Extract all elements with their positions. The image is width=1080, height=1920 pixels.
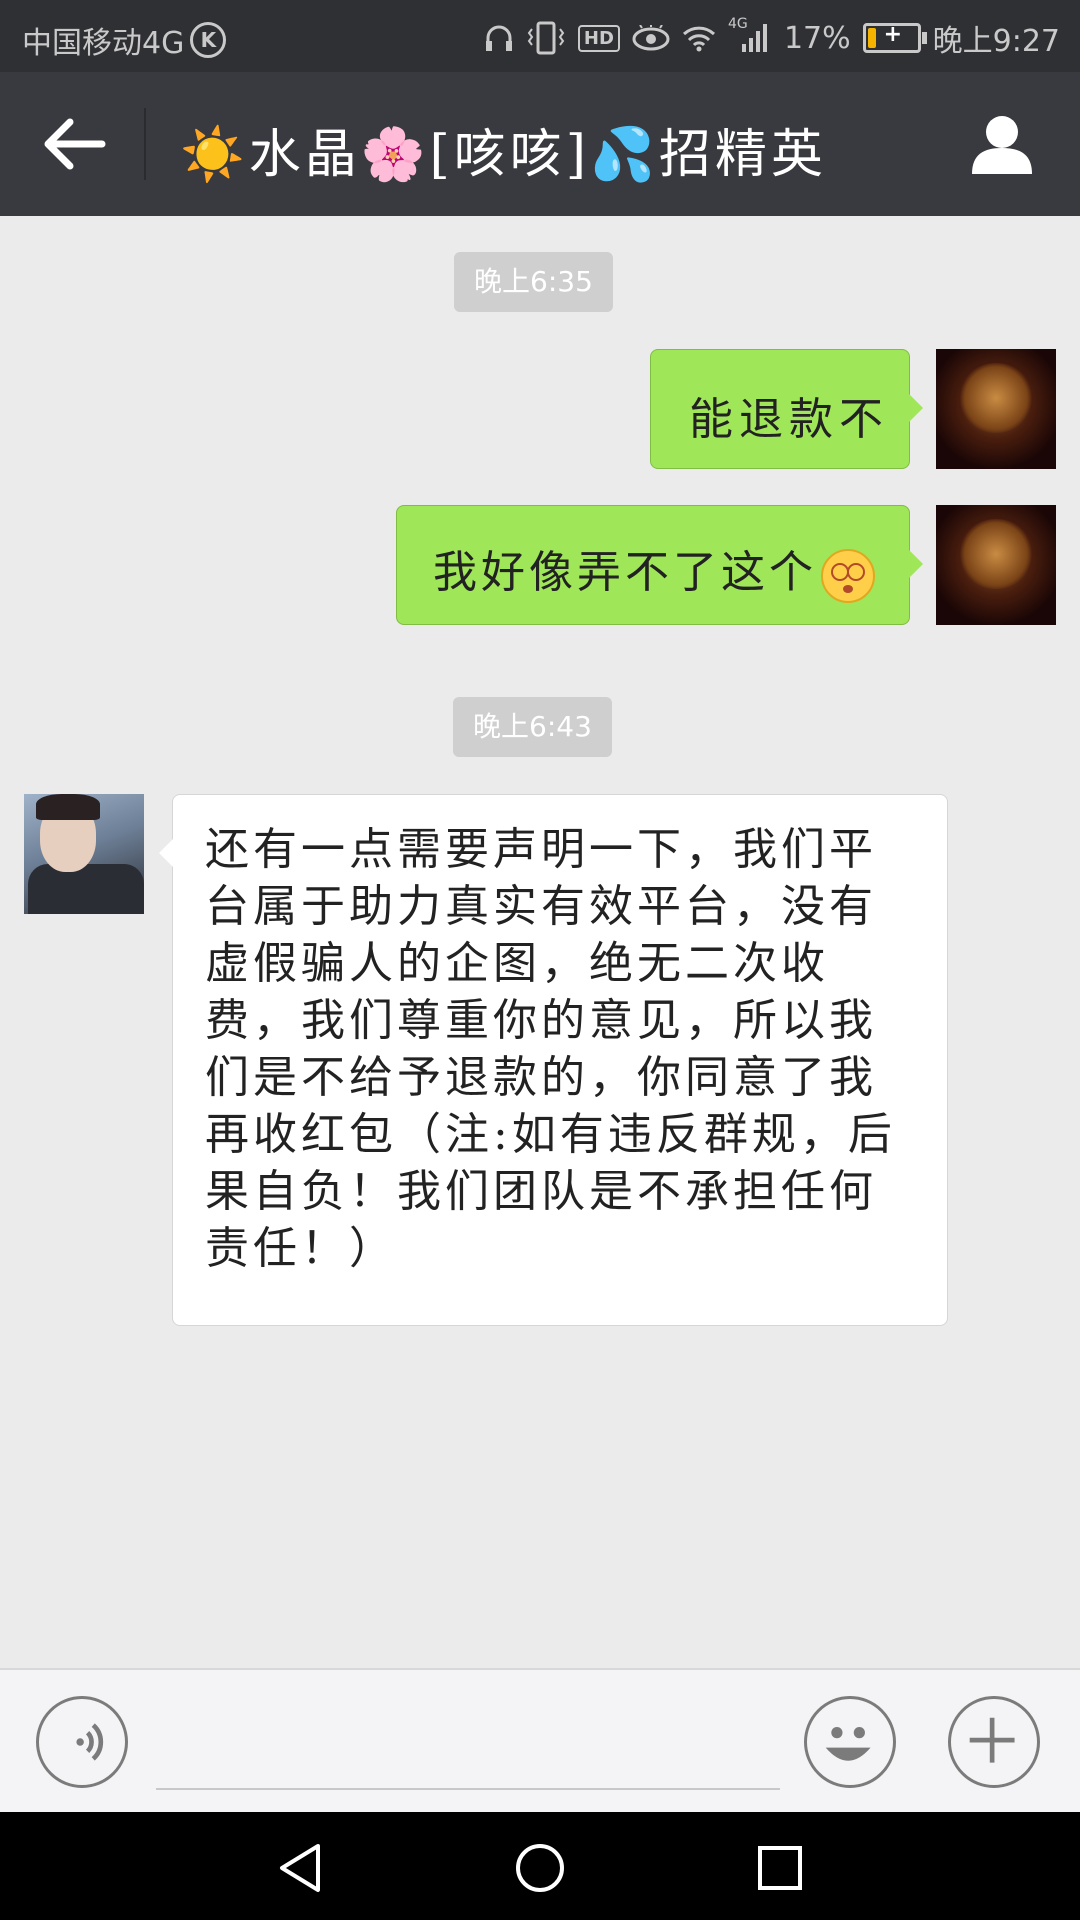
message-text: 我好像弄不了这个 [433, 536, 875, 603]
nav-recents-icon[interactable] [752, 1840, 808, 1896]
voice-icon[interactable] [36, 1696, 128, 1788]
avatar-hair [36, 794, 100, 820]
wifi-icon [682, 26, 715, 52]
person-icon[interactable] [970, 112, 1034, 176]
carrier-label: 中国移动4G [22, 26, 185, 61]
back-arrow-icon[interactable] [40, 116, 110, 172]
navigation-bar [0, 1812, 1080, 1920]
title-bar: ☀️水晶🌸[咳咳]💦招精英 [0, 72, 1080, 216]
input-bar [0, 1668, 1080, 1814]
avatar-body [28, 864, 144, 914]
timestamp: 晚上6:43 [453, 697, 612, 757]
timestamp: 晚上6:35 [454, 252, 613, 312]
sender-avatar[interactable] [24, 794, 144, 914]
status-right: HD 4G 17% + 晚上9:27 [484, 16, 1060, 60]
message-text: 还有一点需要声明一下，我们平台属于助力真实有效平台，没有虚假骗人的企图，绝无二次… [205, 824, 896, 1274]
chat-area[interactable]: 晚上6:35 能退款不 我好像弄不了这个 晚上6:43 还有一点需要声明一下，我… [0, 216, 1080, 1668]
message-input[interactable] [156, 1788, 780, 1790]
vibrate-icon [527, 21, 565, 55]
hd-icon: HD [577, 24, 620, 52]
battery-fill [867, 28, 876, 48]
status-bar: 中国移动4G K HD 4G 17% + 晚上9:27 [0, 0, 1080, 72]
outgoing-message[interactable]: 我好像弄不了这个 [396, 505, 923, 625]
incoming-message[interactable]: 还有一点需要声明一下，我们平台属于助力真实有效平台，没有虚假骗人的企图，绝无二次… [159, 794, 948, 1326]
message-text: 能退款不 [689, 394, 889, 445]
nav-back-icon[interactable] [274, 1840, 330, 1896]
my-avatar[interactable] [936, 349, 1056, 469]
outgoing-message[interactable]: 能退款不 [650, 349, 923, 469]
battery-nub [921, 32, 927, 44]
avatar-graphic [958, 519, 1034, 589]
nav-home-icon[interactable] [512, 1840, 568, 1896]
dizzy-face-emoji [821, 548, 875, 603]
headphones-icon [485, 25, 512, 51]
charging-plus-icon: + [883, 22, 903, 47]
battery-icon: + [862, 22, 927, 53]
eye-icon [632, 25, 670, 51]
smiley-icon[interactable] [804, 1696, 896, 1788]
my-avatar[interactable] [936, 505, 1056, 625]
chat-title: ☀️水晶🌸[咳咳]💦招精英 [180, 125, 827, 185]
avatar-graphic [958, 363, 1034, 433]
k-badge-icon: K [190, 22, 227, 58]
signal-bars-icon [741, 24, 767, 52]
message-text-content: 我好像弄不了这个 [433, 547, 817, 598]
signal-indicator: 4G [728, 16, 772, 54]
clock: 晚上9:27 [932, 24, 1060, 59]
plus-icon[interactable] [948, 1696, 1040, 1788]
title-divider [144, 108, 146, 180]
battery-percent: 17% [783, 20, 851, 56]
status-left: 中国移动4G K [22, 18, 227, 62]
